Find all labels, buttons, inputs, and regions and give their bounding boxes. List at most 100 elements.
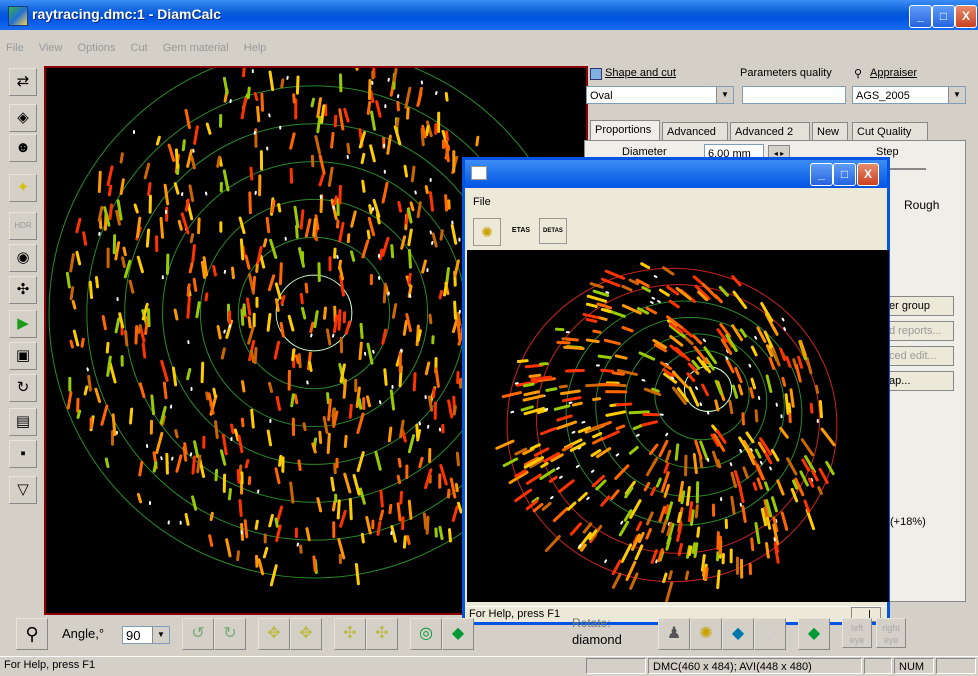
lightbulb-icon[interactable]: ✺ <box>473 218 501 246</box>
reports-button[interactable]: d reports... <box>882 321 954 341</box>
face-icon[interactable]: ☻ <box>9 134 37 162</box>
tab-proportions[interactable]: Proportions <box>590 120 660 141</box>
diamond-icon[interactable]: ◆ <box>722 618 754 650</box>
light-ray-mark <box>579 493 586 500</box>
tilt-left-icon[interactable]: ✥ <box>258 618 290 650</box>
menu-options[interactable]: Options <box>72 40 122 56</box>
gem-side-view-icon[interactable]: ◆ <box>442 618 474 650</box>
parameter-group-button[interactable]: er group <box>882 296 954 316</box>
shift-up-icon[interactable]: ✣ <box>334 618 366 650</box>
light-ray-mark <box>370 206 371 213</box>
quality-field[interactable] <box>742 86 846 104</box>
light-ray-mark <box>665 464 668 472</box>
light-ray-mark <box>369 81 370 99</box>
rotate-cw-icon[interactable]: ↻ <box>214 618 246 650</box>
light-ray-mark <box>68 392 71 408</box>
light-ray-mark <box>316 137 320 153</box>
light-ray-mark <box>783 319 784 321</box>
gem-outline-icon[interactable]: ◇ <box>754 618 786 650</box>
light-ray-mark <box>477 137 478 145</box>
detas-icon[interactable]: DETAS <box>539 218 567 244</box>
play-icon[interactable]: ▶ <box>9 310 37 338</box>
chevron-down-icon[interactable]: ▼ <box>152 627 169 643</box>
child-maximize-button[interactable]: □ <box>833 163 856 186</box>
light-ray-mark <box>253 277 254 290</box>
light-ray-mark <box>121 180 123 194</box>
save-disk-icon[interactable]: ▪ <box>9 440 37 468</box>
etas-icon[interactable]: ETAS <box>507 218 535 244</box>
chevron-down-icon[interactable]: ▼ <box>948 87 965 103</box>
child-menu-file[interactable]: File <box>473 196 491 208</box>
light-ray-mark <box>154 463 156 471</box>
light-ray-mark <box>314 557 315 571</box>
light-ray-mark <box>223 435 226 454</box>
map-button[interactable]: ap... <box>882 371 954 391</box>
perspective-viewport[interactable] <box>467 250 889 602</box>
minimize-button[interactable]: _ <box>909 5 932 28</box>
gem-rotate-icon[interactable]: ⇄ <box>9 68 37 96</box>
move-icon[interactable]: ✣ <box>9 276 37 304</box>
open-folder-icon[interactable]: ▤ <box>9 408 37 436</box>
video-camera-icon[interactable]: ▣ <box>9 342 37 370</box>
shift-down-icon[interactable]: ✣ <box>366 618 398 650</box>
light-ray-mark <box>412 167 414 181</box>
light-ray-mark <box>543 504 550 510</box>
shape-select[interactable]: Oval ▼ <box>586 86 734 104</box>
magnifier-icon[interactable]: ⚲ <box>16 618 48 650</box>
appraiser-select[interactable]: AGS_2005 ▼ <box>852 86 966 104</box>
perspective-view-window[interactable]: _ □ X File ✺ ETAS DETAS For Help, press … <box>462 157 890 625</box>
hdr-icon[interactable]: HDR <box>9 212 37 240</box>
light-ray-mark <box>602 279 619 285</box>
rotate-ccw-icon[interactable]: ↺ <box>182 618 214 650</box>
close-button[interactable]: X <box>955 5 977 28</box>
bucket-icon[interactable]: ▽ <box>9 476 37 504</box>
light-ray-mark <box>409 436 413 452</box>
child-minimize-button[interactable]: _ <box>810 163 833 186</box>
tilt-right-icon[interactable]: ✥ <box>290 618 322 650</box>
tab-new[interactable]: New <box>812 122 848 140</box>
tab-advanced-2[interactable]: Advanced 2 <box>730 122 810 140</box>
light-ray-mark <box>177 456 181 471</box>
person-icon[interactable]: ♟ <box>658 618 690 650</box>
menu-file[interactable]: File <box>0 40 30 56</box>
menu-help[interactable]: Help <box>238 40 273 56</box>
light-ray-mark <box>660 507 665 521</box>
light-ray-mark <box>244 68 245 75</box>
green-diamond-icon[interactable]: ◆ <box>798 618 830 650</box>
light-ray-mark <box>560 481 574 492</box>
child-title-bar[interactable]: _ □ X <box>465 160 887 188</box>
light-ray-mark <box>457 453 458 464</box>
light-ray-mark <box>121 154 122 162</box>
angle-select[interactable]: 90 ▼ <box>122 626 170 644</box>
light-icon[interactable]: ✦ <box>9 174 37 202</box>
advanced-edit-button[interactable]: ced edit... <box>882 346 954 366</box>
light-ray-mark <box>314 219 316 235</box>
gem-icon[interactable]: ◈ <box>9 104 37 132</box>
maximize-button[interactable]: □ <box>932 5 955 28</box>
main-title-bar[interactable]: raytracing.dmc:1 - DiamCalc _ □ X <box>0 0 978 30</box>
light-ray-mark <box>458 503 461 512</box>
light-ray-mark <box>577 466 579 467</box>
rotate-gem-icon[interactable]: ↻ <box>9 374 37 402</box>
light-ray-mark <box>74 331 77 345</box>
light-ray-mark <box>312 99 313 106</box>
app-icon[interactable] <box>8 6 28 26</box>
bulb-icon[interactable]: ✺ <box>690 618 722 650</box>
tab-cut-quality[interactable]: Cut Quality <box>852 122 928 140</box>
light-ray-mark <box>242 99 245 118</box>
menu-cut[interactable]: Cut <box>125 40 154 56</box>
menu-view[interactable]: View <box>33 40 69 56</box>
light-ray-mark <box>436 369 438 387</box>
child-close-button[interactable]: X <box>857 163 879 186</box>
chevron-down-icon[interactable]: ▼ <box>716 87 733 103</box>
menu-gem-material[interactable]: Gem material <box>157 40 235 56</box>
camera-icon[interactable]: ◉ <box>9 244 37 272</box>
light-ray-mark <box>401 492 402 503</box>
left-eye-button[interactable]: left eye <box>842 618 872 648</box>
right-eye-button[interactable]: right eye <box>876 618 906 648</box>
light-ray-mark <box>418 331 420 341</box>
gem-top-view-icon[interactable]: ◎ <box>410 618 442 650</box>
light-ray-mark <box>242 310 243 324</box>
light-ray-mark <box>504 459 517 466</box>
tab-advanced[interactable]: Advanced <box>662 122 728 140</box>
